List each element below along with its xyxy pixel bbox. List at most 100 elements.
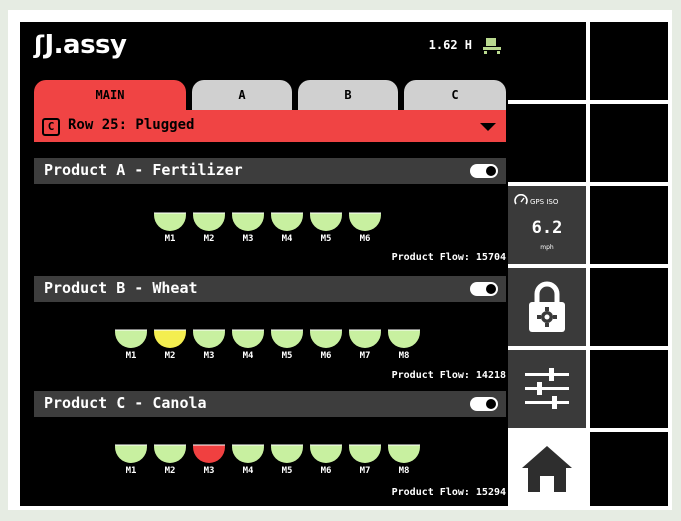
meter-circle-icon — [310, 197, 342, 231]
distance-readout: 1.62 H — [428, 38, 472, 52]
meter-label: M5 — [320, 234, 332, 244]
product-a-flow: Product Flow: 15704 — [391, 252, 506, 263]
meter-circle-icon — [154, 197, 186, 231]
empty-cell — [590, 22, 668, 100]
meter-label: M6 — [320, 466, 332, 476]
sliders-icon — [525, 368, 569, 409]
meter-gauge[interactable]: M7 — [348, 429, 382, 480]
leaf-icon: ʃ — [34, 31, 44, 59]
product-a-header: Product A - Fertilizer — [34, 158, 506, 184]
meter-gauge[interactable]: M6 — [309, 429, 343, 480]
meter-circle-icon — [154, 314, 186, 348]
meter-gauge[interactable]: M4 — [270, 197, 304, 248]
meter-circle-icon — [115, 429, 147, 463]
meter-label: M3 — [203, 466, 215, 476]
meter-circle-icon — [232, 197, 264, 231]
product-a-toggle[interactable] — [470, 164, 498, 178]
meter-gauge[interactable]: M6 — [348, 197, 382, 248]
meter-label: M2 — [164, 466, 176, 476]
meter-gauge[interactable]: M3 — [192, 429, 226, 480]
meter-gauge[interactable]: M5 — [270, 314, 304, 365]
speedometer-icon — [514, 194, 528, 205]
product-a-title: Product A - Fertilizer — [44, 161, 243, 179]
gps-title: GPS ISO — [530, 198, 559, 206]
meter-label: M7 — [359, 351, 371, 361]
gps-speed-unit: mph — [540, 244, 554, 251]
home-button[interactable] — [508, 432, 586, 506]
meter-label: M8 — [398, 466, 410, 476]
meter-gauge[interactable]: M1 — [114, 429, 148, 480]
product-a-meters: M1 M2 M3 M4 M5 M6 — [34, 197, 506, 258]
implement-icon — [483, 38, 501, 54]
product-b-flow: Product Flow: 14218 — [391, 370, 506, 381]
home-icon — [522, 446, 572, 492]
meter-gauge[interactable]: M5 — [270, 429, 304, 480]
meter-label: M1 — [125, 351, 137, 361]
meter-gauge[interactable]: M4 — [231, 314, 265, 365]
meter-gauge[interactable]: M8 — [387, 314, 421, 365]
meter-label: M7 — [359, 466, 371, 476]
meter-gauge[interactable]: M1 — [153, 197, 187, 248]
empty-cell — [590, 268, 668, 346]
meter-circle-icon — [193, 197, 225, 231]
meter-gauge[interactable]: M2 — [153, 429, 187, 480]
meter-gauge[interactable]: M1 — [114, 314, 148, 365]
device-frame: ʃJ.assy 1.62 H MAIN A B C C Row 25: Plug… — [8, 10, 672, 510]
meter-circle-icon — [271, 314, 303, 348]
tab-a[interactable]: A — [192, 80, 292, 110]
main-screen: ʃJ.assy 1.62 H MAIN A B C C Row 25: Plug… — [20, 22, 508, 506]
meter-circle-icon — [115, 314, 147, 348]
meter-label: M3 — [203, 351, 215, 361]
gps-speed-value: 6.2 — [531, 218, 563, 238]
product-c-toggle[interactable] — [470, 397, 498, 411]
meter-circle-icon — [310, 314, 342, 348]
chevron-down-icon[interactable] — [480, 123, 496, 131]
toggle-knob — [486, 399, 496, 409]
product-b-toggle[interactable] — [470, 282, 498, 296]
header: ʃJ.assy 1.62 H — [20, 22, 508, 78]
meter-circle-icon — [349, 429, 381, 463]
empty-cell — [590, 104, 668, 182]
meter-gauge[interactable]: M4 — [231, 429, 265, 480]
meter-circle-icon — [154, 429, 186, 463]
meter-label: M3 — [242, 234, 254, 244]
tab-main[interactable]: MAIN — [34, 80, 186, 110]
tab-b[interactable]: B — [298, 80, 398, 110]
meter-label: M5 — [281, 351, 293, 361]
meter-gauge[interactable]: M2 — [153, 314, 187, 365]
meter-circle-icon — [349, 314, 381, 348]
product-b-title: Product B - Wheat — [44, 279, 198, 297]
meter-label: M6 — [320, 351, 332, 361]
toggle-knob — [486, 284, 496, 294]
product-c-header: Product C - Canola — [34, 391, 506, 417]
alarm-status-bar[interactable]: C Row 25: Plugged — [34, 110, 506, 142]
toggle-knob — [486, 166, 496, 176]
meter-label: M5 — [281, 466, 293, 476]
meter-label: M4 — [281, 234, 293, 244]
meter-circle-icon — [271, 197, 303, 231]
meter-circle-icon — [193, 429, 225, 463]
meter-gauge[interactable]: M3 — [192, 314, 226, 365]
meter-label: M4 — [242, 466, 254, 476]
meter-label: M1 — [125, 466, 137, 476]
meter-gauge[interactable]: M2 — [192, 197, 226, 248]
meter-gauge[interactable]: M6 — [309, 314, 343, 365]
meter-circle-icon — [232, 429, 264, 463]
meter-gauge[interactable]: M8 — [387, 429, 421, 480]
lock-settings-button[interactable] — [508, 268, 586, 346]
meter-label: M6 — [359, 234, 371, 244]
status-text: Row 25: Plugged — [68, 117, 195, 133]
gps-speed-widget[interactable]: GPS ISO 6.2 mph — [508, 186, 586, 264]
meter-gauge[interactable]: M3 — [231, 197, 265, 248]
lock-gear-icon — [529, 281, 565, 332]
meter-label: M8 — [398, 351, 410, 361]
adjust-button[interactable] — [508, 350, 586, 428]
product-b-meters: M1 M2 M3 M4 M5 M6 M7 M8 — [34, 314, 506, 375]
tab-c[interactable]: C — [404, 80, 506, 110]
product-c-meters: M1 M2 M3 M4 M5 M6 M7 M8 — [34, 429, 506, 490]
product-c-title: Product C - Canola — [44, 394, 207, 412]
meter-gauge[interactable]: M7 — [348, 314, 382, 365]
product-c-flow: Product Flow: 15294 — [391, 487, 506, 498]
meter-gauge[interactable]: M5 — [309, 197, 343, 248]
meter-circle-icon — [388, 429, 420, 463]
